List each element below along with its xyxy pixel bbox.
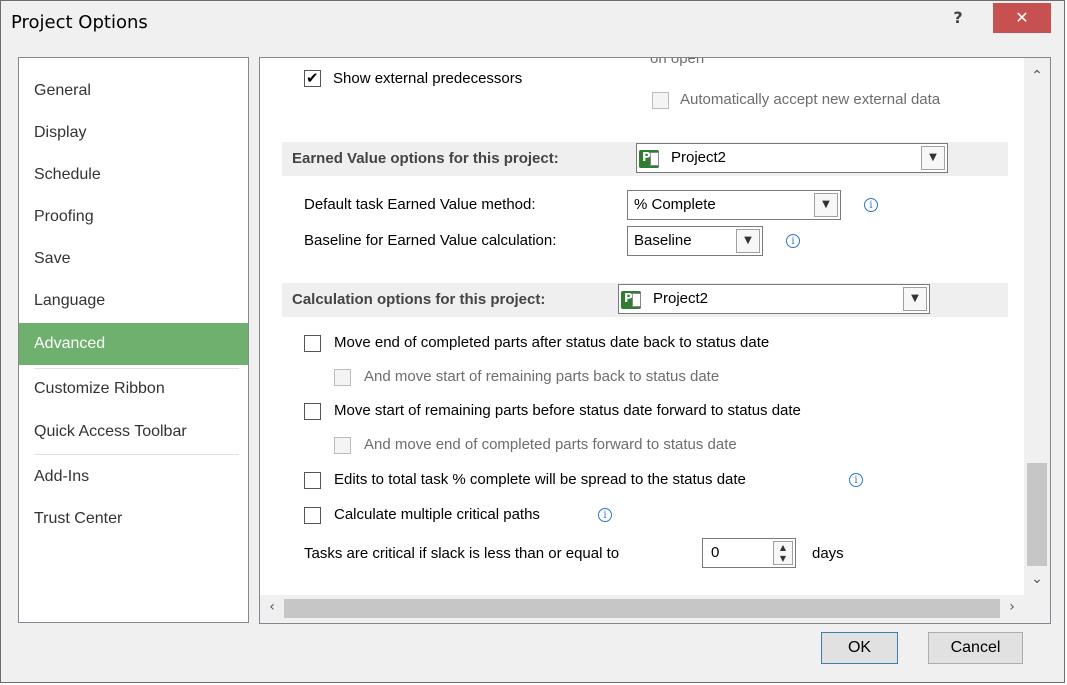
nav-item-quick-access-toolbar[interactable]: Quick Access Toolbar — [19, 411, 248, 453]
multiple-critical-paths-checkbox[interactable] — [304, 507, 321, 524]
info-icon[interactable]: i — [786, 234, 800, 248]
help-button[interactable]: ? — [943, 5, 973, 35]
critical-slack-unit: days — [812, 545, 844, 562]
info-icon[interactable]: i — [849, 473, 863, 487]
cancel-button[interactable]: Cancel — [928, 632, 1023, 664]
critical-slack-value: 0 — [711, 544, 720, 561]
info-icon[interactable]: i — [598, 508, 612, 522]
earned-value-header: Earned Value options for this project: P… — [282, 142, 1008, 176]
show-external-predecessors-label: Show external predecessors — [333, 70, 523, 87]
chevron-down-icon[interactable]: ▼ — [903, 287, 927, 311]
nav-item-advanced[interactable]: Advanced — [19, 323, 248, 365]
close-button[interactable]: ✕ — [993, 3, 1051, 33]
options-nav: General Display Schedule Proofing Save L… — [18, 57, 249, 623]
move-end-completed-forward-label: And move end of completed parts forward … — [364, 436, 737, 453]
chevron-down-icon[interactable]: ▼ — [921, 146, 945, 170]
show-external-predecessors-checkbox[interactable] — [304, 69, 321, 87]
horizontal-scrollbar[interactable]: ‹ › — [260, 595, 1050, 623]
nav-item-add-ins[interactable]: Add-Ins — [19, 456, 248, 498]
nav-item-schedule[interactable]: Schedule — [19, 154, 248, 196]
nav-item-customize-ribbon[interactable]: Customize Ribbon — [19, 368, 248, 410]
calculation-project-value: Project2 — [653, 290, 709, 307]
horizontal-scroll-thumb[interactable] — [284, 599, 1000, 618]
auto-accept-label: Automatically accept new external data — [680, 91, 941, 108]
scroll-left-icon[interactable]: ‹ — [262, 599, 282, 615]
nav-item-language[interactable]: Language — [19, 280, 248, 322]
baseline-value: Baseline — [634, 232, 692, 249]
chevron-down-icon[interactable]: ▼ — [814, 193, 838, 217]
title-bar: Project Options ? ✕ — [1, 1, 1064, 46]
project-file-icon — [639, 150, 659, 168]
spread-percent-complete-label: Edits to total task % complete will be s… — [334, 471, 746, 488]
vertical-scroll-thumb[interactable] — [1027, 463, 1047, 566]
earned-value-project-value: Project2 — [671, 149, 727, 166]
chevron-down-icon[interactable]: ▼ — [736, 229, 760, 253]
calculation-header: Calculation options for this project: Pr… — [282, 283, 1008, 317]
project-file-icon — [621, 291, 641, 309]
vertical-scrollbar[interactable]: ⌃ ⌄ — [1024, 58, 1050, 595]
move-start-remaining-back-checkbox[interactable] — [334, 369, 351, 386]
earned-value-header-label: Earned Value options for this project: — [292, 150, 559, 167]
move-end-completed-forward-checkbox[interactable] — [334, 437, 351, 454]
multiple-critical-paths-label: Calculate multiple critical paths — [334, 506, 540, 523]
move-start-remaining-checkbox[interactable] — [304, 403, 321, 420]
default-method-combo[interactable]: % Complete ▼ — [627, 190, 841, 220]
spread-percent-complete-checkbox[interactable] — [304, 472, 321, 489]
dialog-title: Project Options — [11, 12, 148, 33]
info-icon[interactable]: i — [864, 198, 878, 212]
calculation-project-combo[interactable]: Project2 ▼ — [618, 284, 930, 314]
scroll-right-icon[interactable]: › — [1002, 599, 1022, 615]
nav-divider — [34, 454, 239, 455]
default-method-value: % Complete — [634, 196, 716, 213]
baseline-combo[interactable]: Baseline ▼ — [627, 226, 763, 256]
scroll-up-icon[interactable]: ⌃ — [1024, 68, 1050, 88]
critical-slack-label: Tasks are critical if slack is less than… — [304, 545, 620, 562]
move-start-remaining-label: Move start of remaining parts before sta… — [334, 402, 801, 419]
default-method-label: Default task Earned Value method: — [304, 196, 536, 213]
advanced-options-panel: on open Show external predecessors Autom… — [259, 57, 1051, 624]
on-open-fragment: on open — [650, 57, 705, 67]
critical-slack-spinner[interactable]: 0 ▲ ▼ — [702, 538, 796, 568]
move-end-completed-checkbox[interactable] — [304, 335, 321, 352]
spin-up-icon[interactable]: ▲ — [774, 542, 792, 553]
ok-button[interactable]: OK — [821, 632, 898, 664]
calculation-header-label: Calculation options for this project: — [292, 291, 546, 308]
close-icon: ✕ — [1015, 8, 1029, 27]
spin-down-icon[interactable]: ▼ — [774, 553, 792, 564]
scroll-down-icon[interactable]: ⌄ — [1024, 571, 1050, 591]
move-start-remaining-back-label: And move start of remaining parts back t… — [364, 368, 720, 385]
nav-item-display[interactable]: Display — [19, 112, 248, 154]
auto-accept-checkbox[interactable] — [652, 92, 669, 109]
earned-value-project-combo[interactable]: Project2 ▼ — [636, 143, 948, 173]
nav-item-trust-center[interactable]: Trust Center — [19, 498, 248, 540]
nav-item-general[interactable]: General — [19, 70, 248, 112]
nav-item-save[interactable]: Save — [19, 238, 248, 280]
spinner-buttons[interactable]: ▲ ▼ — [773, 541, 793, 565]
project-options-dialog: Project Options ? ✕ General Display Sche… — [0, 0, 1065, 683]
baseline-label: Baseline for Earned Value calculation: — [304, 232, 557, 249]
move-end-completed-label: Move end of completed parts after status… — [334, 334, 770, 351]
nav-item-proofing[interactable]: Proofing — [19, 196, 248, 238]
